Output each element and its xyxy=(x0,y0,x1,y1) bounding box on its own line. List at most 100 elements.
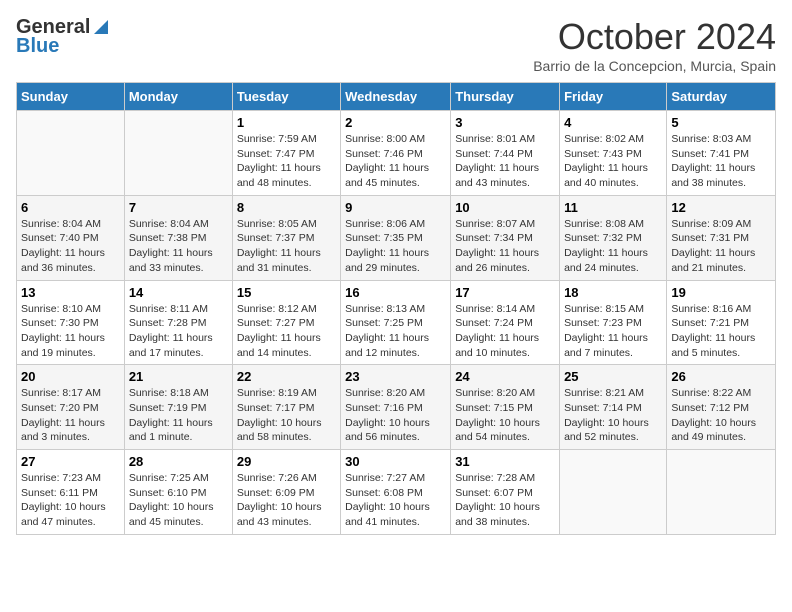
calendar-cell xyxy=(17,111,125,196)
day-info: Sunrise: 7:23 AM Sunset: 6:11 PM Dayligh… xyxy=(21,471,120,530)
col-header-friday: Friday xyxy=(560,83,667,111)
day-number: 6 xyxy=(21,200,120,215)
day-info: Sunrise: 8:04 AM Sunset: 7:40 PM Dayligh… xyxy=(21,217,120,276)
day-info: Sunrise: 8:00 AM Sunset: 7:46 PM Dayligh… xyxy=(345,132,446,191)
day-info: Sunrise: 8:15 AM Sunset: 7:23 PM Dayligh… xyxy=(564,302,662,361)
day-info: Sunrise: 7:28 AM Sunset: 6:07 PM Dayligh… xyxy=(455,471,555,530)
day-info: Sunrise: 7:25 AM Sunset: 6:10 PM Dayligh… xyxy=(129,471,228,530)
calendar-week-2: 6 Sunrise: 8:04 AM Sunset: 7:40 PM Daylig… xyxy=(17,195,776,280)
day-info: Sunrise: 8:05 AM Sunset: 7:37 PM Dayligh… xyxy=(237,217,336,276)
month-title: October 2024 xyxy=(533,16,776,58)
day-number: 9 xyxy=(345,200,446,215)
calendar-cell: 23 Sunrise: 8:20 AM Sunset: 7:16 PM Dayli… xyxy=(341,365,451,450)
day-number: 2 xyxy=(345,115,446,130)
day-number: 15 xyxy=(237,285,336,300)
col-header-thursday: Thursday xyxy=(451,83,560,111)
logo: General Blue xyxy=(16,16,110,58)
calendar-cell: 10 Sunrise: 8:07 AM Sunset: 7:34 PM Dayli… xyxy=(451,195,560,280)
calendar-week-3: 13 Sunrise: 8:10 AM Sunset: 7:30 PM Dayli… xyxy=(17,280,776,365)
day-info: Sunrise: 8:02 AM Sunset: 7:43 PM Dayligh… xyxy=(564,132,662,191)
day-number: 16 xyxy=(345,285,446,300)
day-info: Sunrise: 8:07 AM Sunset: 7:34 PM Dayligh… xyxy=(455,217,555,276)
day-number: 8 xyxy=(237,200,336,215)
day-info: Sunrise: 8:19 AM Sunset: 7:17 PM Dayligh… xyxy=(237,386,336,445)
calendar-cell: 3Sunrise: 8:01 AM Sunset: 7:44 PM Daylig… xyxy=(451,111,560,196)
day-info: Sunrise: 8:20 AM Sunset: 7:15 PM Dayligh… xyxy=(455,386,555,445)
calendar-cell: 12 Sunrise: 8:09 AM Sunset: 7:31 PM Dayli… xyxy=(667,195,776,280)
calendar-cell: 28 Sunrise: 7:25 AM Sunset: 6:10 PM Dayli… xyxy=(124,450,232,535)
day-number: 19 xyxy=(671,285,771,300)
calendar-cell: 5 Sunrise: 8:03 AM Sunset: 7:41 PM Daylig… xyxy=(667,111,776,196)
day-info: Sunrise: 7:27 AM Sunset: 6:08 PM Dayligh… xyxy=(345,471,446,530)
col-header-saturday: Saturday xyxy=(667,83,776,111)
day-number: 14 xyxy=(129,285,228,300)
day-info: Sunrise: 8:13 AM Sunset: 7:25 PM Dayligh… xyxy=(345,302,446,361)
calendar-cell: 11 Sunrise: 8:08 AM Sunset: 7:32 PM Dayli… xyxy=(560,195,667,280)
day-info: Sunrise: 8:14 AM Sunset: 7:24 PM Dayligh… xyxy=(455,302,555,361)
day-number: 20 xyxy=(21,369,120,384)
calendar-cell: 19 Sunrise: 8:16 AM Sunset: 7:21 PM Dayli… xyxy=(667,280,776,365)
day-number: 13 xyxy=(21,285,120,300)
calendar-cell: 16 Sunrise: 8:13 AM Sunset: 7:25 PM Dayli… xyxy=(341,280,451,365)
col-header-wednesday: Wednesday xyxy=(341,83,451,111)
day-info: Sunrise: 8:12 AM Sunset: 7:27 PM Dayligh… xyxy=(237,302,336,361)
day-number: 7 xyxy=(129,200,228,215)
calendar-cell: 21Sunrise: 8:18 AM Sunset: 7:19 PM Dayli… xyxy=(124,365,232,450)
calendar-cell: 29 Sunrise: 7:26 AM Sunset: 6:09 PM Dayli… xyxy=(232,450,340,535)
logo-blue: Blue xyxy=(16,35,59,58)
day-info: Sunrise: 8:17 AM Sunset: 7:20 PM Dayligh… xyxy=(21,386,120,445)
day-info: Sunrise: 8:21 AM Sunset: 7:14 PM Dayligh… xyxy=(564,386,662,445)
subtitle: Barrio de la Concepcion, Murcia, Spain xyxy=(533,58,776,74)
calendar-cell: 25 Sunrise: 8:21 AM Sunset: 7:14 PM Dayli… xyxy=(560,365,667,450)
calendar-week-1: 1Sunrise: 7:59 AM Sunset: 7:47 PM Daylig… xyxy=(17,111,776,196)
calendar-cell: 26 Sunrise: 8:22 AM Sunset: 7:12 PM Dayli… xyxy=(667,365,776,450)
day-number: 24 xyxy=(455,369,555,384)
day-number: 27 xyxy=(21,454,120,469)
col-header-sunday: Sunday xyxy=(17,83,125,111)
day-info: Sunrise: 7:26 AM Sunset: 6:09 PM Dayligh… xyxy=(237,471,336,530)
day-info: Sunrise: 8:04 AM Sunset: 7:38 PM Dayligh… xyxy=(129,217,228,276)
day-info: Sunrise: 8:01 AM Sunset: 7:44 PM Dayligh… xyxy=(455,132,555,191)
calendar-cell xyxy=(560,450,667,535)
day-info: Sunrise: 8:22 AM Sunset: 7:12 PM Dayligh… xyxy=(671,386,771,445)
day-number: 1 xyxy=(237,115,336,130)
day-number: 11 xyxy=(564,200,662,215)
calendar-header-row: SundayMondayTuesdayWednesdayThursdayFrid… xyxy=(17,83,776,111)
day-number: 4 xyxy=(564,115,662,130)
day-info: Sunrise: 8:06 AM Sunset: 7:35 PM Dayligh… xyxy=(345,217,446,276)
day-info: Sunrise: 8:18 AM Sunset: 7:19 PM Dayligh… xyxy=(129,386,228,445)
calendar-cell: 9 Sunrise: 8:06 AM Sunset: 7:35 PM Daylig… xyxy=(341,195,451,280)
logo-triangle-icon xyxy=(92,18,110,36)
day-info: Sunrise: 8:20 AM Sunset: 7:16 PM Dayligh… xyxy=(345,386,446,445)
calendar-cell: 18Sunrise: 8:15 AM Sunset: 7:23 PM Dayli… xyxy=(560,280,667,365)
day-number: 12 xyxy=(671,200,771,215)
calendar-cell: 8 Sunrise: 8:05 AM Sunset: 7:37 PM Daylig… xyxy=(232,195,340,280)
calendar-cell: 1Sunrise: 7:59 AM Sunset: 7:47 PM Daylig… xyxy=(232,111,340,196)
day-number: 26 xyxy=(671,369,771,384)
day-info: Sunrise: 8:03 AM Sunset: 7:41 PM Dayligh… xyxy=(671,132,771,191)
calendar-cell: 22Sunrise: 8:19 AM Sunset: 7:17 PM Dayli… xyxy=(232,365,340,450)
calendar-cell: 14Sunrise: 8:11 AM Sunset: 7:28 PM Dayli… xyxy=(124,280,232,365)
col-header-tuesday: Tuesday xyxy=(232,83,340,111)
day-number: 29 xyxy=(237,454,336,469)
col-header-monday: Monday xyxy=(124,83,232,111)
title-block: October 2024 Barrio de la Concepcion, Mu… xyxy=(533,16,776,74)
day-number: 10 xyxy=(455,200,555,215)
day-number: 5 xyxy=(671,115,771,130)
day-info: Sunrise: 8:10 AM Sunset: 7:30 PM Dayligh… xyxy=(21,302,120,361)
day-info: Sunrise: 8:08 AM Sunset: 7:32 PM Dayligh… xyxy=(564,217,662,276)
day-info: Sunrise: 8:16 AM Sunset: 7:21 PM Dayligh… xyxy=(671,302,771,361)
day-number: 31 xyxy=(455,454,555,469)
day-number: 17 xyxy=(455,285,555,300)
calendar-cell: 30Sunrise: 7:27 AM Sunset: 6:08 PM Dayli… xyxy=(341,450,451,535)
day-info: Sunrise: 8:09 AM Sunset: 7:31 PM Dayligh… xyxy=(671,217,771,276)
calendar-cell: 4 Sunrise: 8:02 AM Sunset: 7:43 PM Daylig… xyxy=(560,111,667,196)
calendar-cell: 24 Sunrise: 8:20 AM Sunset: 7:15 PM Dayli… xyxy=(451,365,560,450)
day-number: 23 xyxy=(345,369,446,384)
calendar-cell: 2 Sunrise: 8:00 AM Sunset: 7:46 PM Daylig… xyxy=(341,111,451,196)
calendar-cell: 20 Sunrise: 8:17 AM Sunset: 7:20 PM Dayli… xyxy=(17,365,125,450)
day-number: 28 xyxy=(129,454,228,469)
calendar-cell: 15 Sunrise: 8:12 AM Sunset: 7:27 PM Dayli… xyxy=(232,280,340,365)
calendar-cell: 27 Sunrise: 7:23 AM Sunset: 6:11 PM Dayli… xyxy=(17,450,125,535)
day-number: 25 xyxy=(564,369,662,384)
